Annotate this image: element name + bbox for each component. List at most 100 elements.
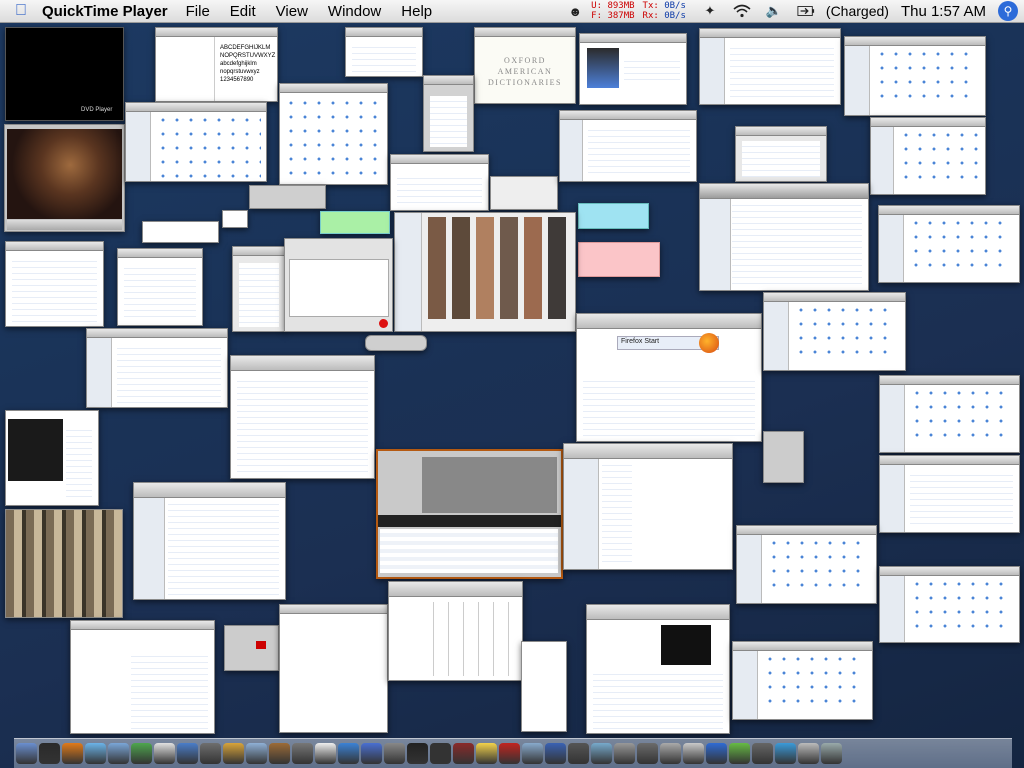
window-finder-6[interactable] <box>5 241 104 327</box>
network-icon[interactable] <box>522 743 543 764</box>
battery-status[interactable]: (Charged) <box>826 3 889 19</box>
window-sticky-pink[interactable] <box>578 242 660 277</box>
finder-icon[interactable] <box>16 743 37 764</box>
window-activity-monitor[interactable] <box>230 355 375 479</box>
wifi-icon[interactable] <box>733 4 751 18</box>
disk-utility-icon[interactable] <box>660 743 681 764</box>
photo-booth-icon[interactable] <box>453 743 474 764</box>
window-finder-13[interactable] <box>736 525 877 604</box>
memory-monitor[interactable]: U: 893MB F: 387MB <box>591 1 634 21</box>
address-book-icon[interactable] <box>269 743 290 764</box>
window-console[interactable] <box>133 482 286 600</box>
window-document[interactable] <box>70 620 215 734</box>
safari-icon[interactable] <box>338 743 359 764</box>
downloads-icon[interactable] <box>798 743 819 764</box>
window-finder-7[interactable] <box>117 248 203 326</box>
window-finder-12[interactable] <box>879 455 1020 533</box>
dashboard-icon[interactable] <box>39 743 60 764</box>
window-tiny-1[interactable] <box>222 210 248 228</box>
window-calculator[interactable] <box>763 431 804 483</box>
terminal-icon[interactable] <box>407 743 428 764</box>
window-dictionary[interactable]: OXFORD AMERICAN DICTIONARIES <box>474 27 576 104</box>
dvd-icon[interactable] <box>430 743 451 764</box>
window-finder-3[interactable] <box>559 110 697 182</box>
window-blank-doc[interactable] <box>279 604 388 733</box>
calculator-icon[interactable] <box>292 743 313 764</box>
window-itunes[interactable] <box>699 183 869 291</box>
bluetooth-icon[interactable]: ✦ <box>701 3 719 18</box>
menu-view[interactable]: View <box>276 3 308 20</box>
automator-icon[interactable] <box>637 743 658 764</box>
ichat-icon[interactable] <box>131 743 152 764</box>
window-finder-14[interactable] <box>879 566 1020 643</box>
spotlight-icon[interactable]: ⚲ <box>998 1 1018 21</box>
script-icon[interactable] <box>752 743 773 764</box>
window-safari-web[interactable] <box>586 604 730 734</box>
keynote-icon[interactable] <box>545 743 566 764</box>
stickies-icon[interactable] <box>476 743 497 764</box>
menubar-clock[interactable]: Thu 1:57 AM <box>901 3 986 20</box>
window-tiny-2[interactable] <box>142 221 219 243</box>
window-webpage[interactable] <box>5 410 99 506</box>
window-firefox[interactable]: Firefox Start <box>576 313 762 442</box>
window-finder-5[interactable] <box>878 205 1020 283</box>
font-book-icon[interactable] <box>683 743 704 764</box>
window-photo-booth[interactable] <box>4 124 125 232</box>
window-imovie[interactable] <box>376 449 563 579</box>
window-finder-1[interactable] <box>699 28 841 105</box>
window-finder-10[interactable] <box>879 375 1020 453</box>
network-monitor[interactable]: Tx: 0B/s Rx: 0B/s <box>643 1 686 21</box>
window-iphoto[interactable] <box>394 212 576 332</box>
trash-icon[interactable] <box>821 743 842 764</box>
textedit-icon[interactable] <box>315 743 336 764</box>
window-dialog[interactable] <box>390 154 489 211</box>
disk-monitor-icon[interactable]: ☻ <box>566 4 584 19</box>
itunes-icon[interactable] <box>85 743 106 764</box>
window-sticky-blue[interactable] <box>578 203 649 229</box>
window-system-preferences[interactable] <box>279 83 388 185</box>
quicktime-icon[interactable] <box>361 743 382 764</box>
firefox-icon[interactable] <box>62 743 83 764</box>
menu-help[interactable]: Help <box>401 3 432 20</box>
system-preferences-icon[interactable] <box>384 743 405 764</box>
window-applications[interactable] <box>125 102 267 182</box>
window-network-utility[interactable] <box>423 75 474 152</box>
window-remote[interactable] <box>365 335 427 351</box>
window-finder-2[interactable] <box>844 36 986 116</box>
window-dvd-player[interactable]: DVD Player <box>5 27 124 121</box>
grapher-icon[interactable] <box>591 743 612 764</box>
preview-icon[interactable] <box>246 743 267 764</box>
volume-icon[interactable]: 🔈 <box>765 3 783 18</box>
menu-file[interactable]: File <box>186 3 210 20</box>
mail-icon[interactable] <box>108 743 129 764</box>
battery-icon[interactable] <box>797 4 815 18</box>
window-finder-15[interactable] <box>732 641 873 720</box>
acrobat-icon[interactable] <box>499 743 520 764</box>
window-finder-4[interactable] <box>870 117 986 195</box>
window-photo-booth-2[interactable] <box>284 238 393 332</box>
window-palette[interactable] <box>249 185 326 209</box>
window-blank-2[interactable] <box>521 641 567 732</box>
window-prefs-pane[interactable] <box>232 246 286 332</box>
app-menu[interactable]: QuickTime Player <box>42 3 168 20</box>
iphoto-icon[interactable] <box>177 743 198 764</box>
window-small-panel[interactable] <box>345 27 423 77</box>
imovie-icon[interactable] <box>200 743 221 764</box>
window-mail[interactable] <box>735 126 827 182</box>
console-icon[interactable] <box>614 743 635 764</box>
help-icon[interactable] <box>706 743 727 764</box>
menu-window[interactable]: Window <box>328 3 381 20</box>
window-alert[interactable] <box>224 625 279 671</box>
window-imovie-about[interactable] <box>579 33 687 105</box>
window-font-book[interactable]: ABCDEFGHIJKLM NOPQRSTUVWXYZ abcdefghijkl… <box>155 27 278 102</box>
window-sticky-green[interactable] <box>320 211 390 234</box>
window-mosaic[interactable] <box>5 509 123 618</box>
window-ical[interactable] <box>388 581 523 681</box>
window-finder-11[interactable] <box>563 443 733 570</box>
garageband-icon[interactable] <box>223 743 244 764</box>
ical-icon[interactable] <box>154 743 175 764</box>
window-finder-8[interactable] <box>763 292 906 371</box>
window-finder-9[interactable] <box>86 328 228 408</box>
menu-edit[interactable]: Edit <box>230 3 256 20</box>
activity-monitor-icon[interactable] <box>568 743 589 764</box>
